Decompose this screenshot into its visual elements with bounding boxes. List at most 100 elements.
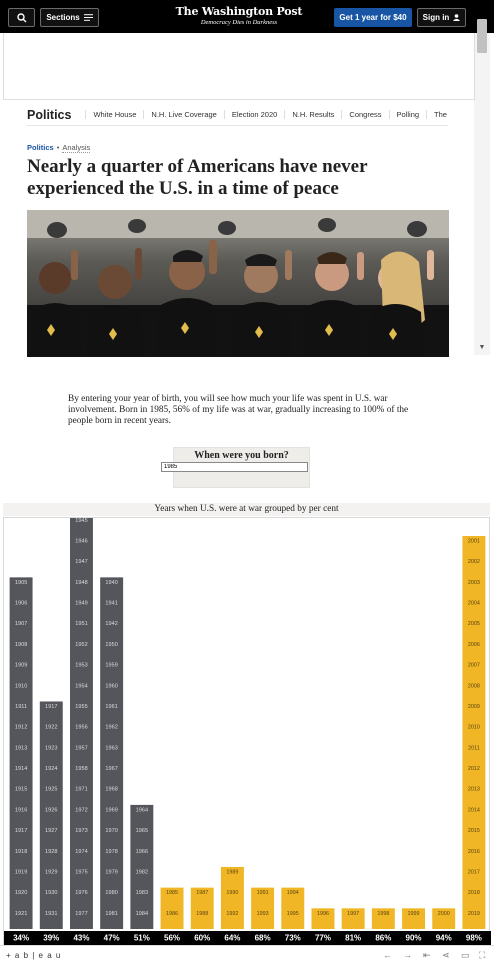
year-label: 1998 — [377, 911, 389, 917]
fullscreen-icon[interactable]: ⛶ — [479, 950, 485, 961]
tableau-toolbar: + a b | e a u ← → ⇤ ⋖ ▭ ⛶ — [0, 945, 494, 966]
x-tick-label: 56% — [164, 934, 180, 943]
year-label: 1917 — [15, 828, 27, 834]
x-tick-label: 34% — [13, 934, 29, 943]
nav-link-white-house[interactable]: White House — [85, 110, 143, 119]
war-years-chart[interactable]: 1905 1906 1907 1908 1909 1910 1911 1912 1913 1914… — [4, 518, 491, 946]
intro-paragraph: By entering your year of birth, you will… — [68, 394, 409, 427]
chart-title: Years when U.S. were at war grouped by p… — [3, 503, 490, 516]
year-label: 2002 — [468, 559, 480, 565]
x-tick-label: 73% — [285, 934, 301, 943]
year-label: 1969 — [105, 807, 117, 813]
year-label: 1925 — [45, 787, 57, 793]
year-label: 1985 — [166, 890, 178, 896]
nav-link-nh-results[interactable]: N.H. Results — [284, 110, 341, 119]
year-label: 2012 — [468, 766, 480, 772]
x-tick-label: 77% — [315, 934, 331, 943]
year-label: 1993 — [257, 911, 269, 917]
share-icon[interactable]: ⋖ — [442, 950, 450, 961]
masthead-bar: Sections The Washington Post Democracy D… — [0, 0, 494, 33]
sign-in-button[interactable]: Sign in — [417, 8, 466, 27]
year-label: 1916 — [15, 807, 27, 813]
year-label: 1908 — [15, 642, 27, 648]
tableau-logo[interactable]: + a b | e a u — [6, 951, 61, 960]
year-label: 1968 — [105, 787, 117, 793]
nav-link-nh-live[interactable]: N.H. Live Coverage — [143, 110, 223, 119]
year-label: 1924 — [45, 766, 57, 772]
year-label: 1947 — [75, 559, 87, 565]
kicker-type[interactable]: Analysis — [62, 143, 91, 153]
year-label: 1954 — [75, 683, 87, 689]
year-label: 1923 — [45, 745, 57, 751]
year-label: 1951 — [75, 621, 87, 627]
year-label: 1911 — [15, 704, 27, 710]
year-label: 1940 — [105, 580, 117, 586]
sections-button[interactable]: Sections — [40, 8, 99, 27]
redo-icon[interactable]: → — [403, 950, 412, 960]
section-nav: Politics White House N.H. Live Coverage … — [27, 104, 448, 126]
year-label: 1972 — [75, 807, 87, 813]
birth-year-input[interactable] — [161, 462, 308, 472]
year-label: 1945 — [75, 518, 87, 524]
page-scrollbar[interactable] — [474, 33, 490, 355]
year-label: 2014 — [468, 807, 480, 813]
bar-47pct[interactable] — [100, 577, 124, 929]
year-label: 1905 — [15, 580, 27, 586]
year-label: 1928 — [45, 849, 57, 855]
year-label: 1981 — [105, 911, 117, 917]
year-label: 2009 — [468, 704, 480, 710]
year-label: 1914 — [15, 766, 27, 772]
year-label: 1918 — [15, 849, 27, 855]
section-nav-title[interactable]: Politics — [27, 108, 71, 122]
scroll-down-icon[interactable]: ▼ — [476, 343, 488, 353]
year-label: 1971 — [75, 787, 87, 793]
kicker-separator: • — [56, 143, 60, 152]
year-label: 1986 — [166, 911, 178, 917]
nav-link-election-2020[interactable]: Election 2020 — [223, 110, 284, 119]
download-icon[interactable]: ▭ — [461, 950, 470, 961]
menu-icon — [83, 14, 93, 21]
year-label: 2011 — [468, 745, 480, 751]
year-label: 1995 — [287, 911, 299, 917]
nav-link-polling[interactable]: Polling — [388, 110, 427, 119]
year-label: 1992 — [226, 911, 238, 917]
nav-link-the-trump[interactable]: The Tr — [426, 110, 448, 119]
year-label: 1952 — [75, 642, 87, 648]
year-label: 1999 — [408, 911, 420, 917]
logo-tagline: Democracy Dies in Darkness — [200, 19, 278, 26]
revert-icon[interactable]: ⇤ — [423, 950, 431, 961]
year-label: 1970 — [105, 828, 117, 834]
bar-64pct[interactable] — [220, 866, 244, 929]
scrollbar-thumb[interactable] — [477, 19, 487, 53]
x-tick-label: 64% — [224, 934, 240, 943]
year-label: 1975 — [75, 869, 87, 875]
nav-link-congress[interactable]: Congress — [341, 110, 388, 119]
year-label: 1962 — [105, 725, 117, 731]
year-label: 2017 — [468, 869, 480, 875]
bar-34pct[interactable] — [9, 577, 33, 929]
x-tick-label: 98% — [466, 934, 482, 943]
washington-post-logo[interactable]: The Washington Post Democracy Dies in Da… — [150, 5, 328, 26]
year-label: 1991 — [257, 890, 269, 896]
kicker-section[interactable]: Politics — [27, 143, 54, 152]
undo-icon[interactable]: ← — [383, 950, 392, 960]
article-photo — [27, 210, 449, 357]
subscribe-button[interactable]: Get 1 year for $40 — [334, 8, 412, 27]
year-label: 2008 — [468, 683, 480, 689]
article-kicker: Politics • Analysis — [27, 143, 91, 153]
year-label: 2007 — [468, 663, 480, 669]
year-label: 1974 — [75, 849, 87, 855]
year-label: 1946 — [75, 539, 87, 545]
search-button[interactable] — [8, 8, 35, 27]
year-label: 1919 — [15, 869, 27, 875]
year-label: 1949 — [75, 601, 87, 607]
year-label: 1958 — [75, 766, 87, 772]
year-label: 1906 — [15, 601, 27, 607]
year-label: 1913 — [15, 745, 27, 751]
year-label: 1997 — [347, 911, 359, 917]
x-tick-label: 60% — [194, 934, 210, 943]
year-label: 1941 — [105, 601, 117, 607]
chart-frame: 1905 1906 1907 1908 1909 1910 1911 1912 1913 1914… — [3, 517, 491, 946]
article-headline: Nearly a quarter of Americans have never… — [27, 156, 368, 199]
year-label: 1929 — [45, 869, 57, 875]
